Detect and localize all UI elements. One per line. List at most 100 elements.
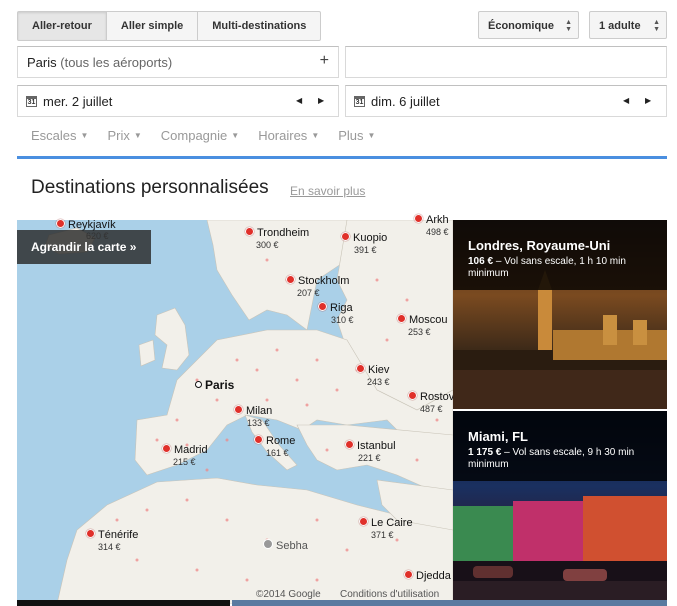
card-price: 106 €: [468, 256, 494, 267]
trip-type-round-trip[interactable]: Aller-retour: [18, 12, 107, 40]
city-price: 221 €: [358, 453, 381, 463]
map-city-marker[interactable]: Trondheim 300 €: [245, 227, 310, 250]
learn-more-link[interactable]: En savoir plus: [290, 184, 365, 198]
section-title: Destinations personnalisées: [31, 177, 269, 198]
map-city-marker[interactable]: Le Caire 371 €: [359, 517, 413, 540]
destination-card-miami[interactable]: Miami, FL 1 175 € – Vol sans escale, 9 h…: [453, 411, 667, 600]
add-origin-icon[interactable]: +: [320, 52, 329, 70]
prev-date-icon[interactable]: ◀: [296, 96, 302, 105]
map-city-marker[interactable]: Madrid 215 €: [162, 444, 208, 467]
card-details: 1 175 € – Vol sans escale, 9 h 30 min mi…: [468, 447, 652, 471]
map-city-marker[interactable]: Djedda: [404, 570, 451, 582]
city-name: Istanbul: [357, 440, 396, 452]
unavailable-city-name: Sebha: [276, 540, 308, 552]
city-price: 207 €: [297, 288, 320, 298]
map-city-marker[interactable]: Rome 161 €: [254, 435, 296, 458]
map-city-marker[interactable]: Riga 310 €: [318, 302, 354, 325]
map-city-marker[interactable]: Ténérife 314 €: [86, 529, 139, 552]
passengers-value: 1 adulte: [599, 20, 641, 32]
map-pin-icon: [345, 440, 354, 449]
depart-date-text: mer. 2 juillet: [43, 94, 113, 109]
depart-date-field[interactable]: 31 mer. 2 juillet ◀ ▶: [17, 85, 339, 117]
city-name: Madrid: [174, 444, 208, 456]
map-city-marker[interactable]: Milan 133 €: [234, 405, 272, 428]
filter-stops[interactable]: Escales ▼: [31, 128, 88, 143]
map-city-marker[interactable]: Arkh 498 €: [414, 214, 449, 237]
city-price: 133 €: [247, 418, 270, 428]
origin-marker-label: Paris: [205, 378, 235, 392]
map-city-marker[interactable]: Reykjavík 620 €: [56, 219, 116, 241]
card-header: Miami, FL 1 175 € – Vol sans escale, 9 h…: [453, 411, 667, 481]
next-date-icon[interactable]: ▶: [318, 96, 324, 105]
filter-bar: Escales ▼ Prix ▼ Compagnie ▼ Horaires ▼ Plus…: [31, 128, 394, 143]
card-details: 106 € – Vol sans escale, 1 h 10 min mini…: [468, 256, 652, 280]
map-city-marker[interactable]: Moscou 253 €: [397, 314, 448, 337]
next-date-icon[interactable]: ▶: [645, 96, 651, 105]
city-name: Le Caire: [371, 517, 413, 529]
trip-type-selector: Aller-retour Aller simple Multi-destinat…: [17, 11, 322, 41]
destination-card-london[interactable]: Londres, Royaume-Uni 106 € – Vol sans es…: [453, 220, 667, 409]
city-price: 161 €: [266, 448, 289, 458]
city-price: 620 €: [86, 231, 109, 241]
map-pin-icon: [404, 570, 413, 579]
map-pin-icon: [286, 275, 295, 284]
origin-detail: (tous les aéroports): [60, 55, 173, 70]
enlarge-map-button[interactable]: Agrandir la carte »: [17, 230, 151, 264]
map-city-marker[interactable]: Stockholm 207 €: [286, 275, 349, 298]
map-pin-icon: [414, 214, 423, 223]
section-divider: [17, 156, 667, 159]
calendar-icon: 31: [26, 96, 37, 107]
filter-more[interactable]: Plus ▼: [338, 128, 375, 143]
card-header: Londres, Royaume-Uni 106 € – Vol sans es…: [453, 220, 667, 290]
passengers-select[interactable]: 1 adulte ▲ ▼: [589, 11, 667, 39]
prev-date-icon[interactable]: ◀: [623, 96, 629, 105]
filter-stops-label: Escales: [31, 128, 77, 143]
city-price: 487 €: [420, 404, 443, 414]
filter-price[interactable]: Prix ▼: [107, 128, 141, 143]
caret-down-icon: ▼: [80, 131, 89, 140]
city-name: Riga: [330, 302, 353, 314]
filter-times[interactable]: Horaires ▼: [258, 128, 319, 143]
map-pin-icon: [397, 314, 406, 323]
map-pin-icon: [356, 364, 365, 373]
city-name: Trondheim: [257, 227, 310, 239]
map-city-marker[interactable]: Kuopio 391 €: [341, 232, 387, 255]
city-price: 391 €: [354, 245, 377, 255]
origin-text: Paris (tous les aéroports): [27, 55, 172, 70]
cabin-class-select[interactable]: Économique ▲ ▼: [478, 11, 579, 39]
caret-down-icon: ▼: [367, 131, 376, 140]
map-pin-icon: [359, 517, 368, 526]
city-price: 243 €: [367, 377, 390, 387]
filter-times-label: Horaires: [258, 128, 308, 143]
city-price: 310 €: [331, 315, 354, 325]
caret-down-icon: ▼: [133, 131, 142, 140]
return-date-text: dim. 6 juillet: [371, 94, 440, 109]
filter-airline-label: Compagnie: [160, 128, 228, 143]
city-name: Arkh: [426, 214, 449, 226]
trip-type-multi-city[interactable]: Multi-destinations: [198, 12, 320, 40]
destination-input[interactable]: [345, 46, 667, 78]
city-name: Kiev: [368, 364, 390, 376]
map-terms-link[interactable]: Conditions d'utilisation: [340, 589, 439, 600]
card-price: 1 175 €: [468, 447, 502, 458]
map-pin-icon: [254, 435, 263, 444]
origin-input[interactable]: Paris (tous les aéroports) +: [17, 46, 339, 78]
map-pin-icon: [56, 219, 65, 228]
map-city-marker[interactable]: Rostov 487 €: [408, 391, 454, 414]
origin-city: Paris: [27, 55, 57, 70]
return-date-field[interactable]: 31 dim. 6 juillet ◀ ▶: [345, 85, 667, 117]
caret-down-icon: ▼: [311, 131, 320, 140]
filter-airline[interactable]: Compagnie ▼: [161, 128, 239, 143]
map-city-marker[interactable]: Kiev 243 €: [356, 364, 390, 387]
up-down-arrows-icon: ▲ ▼: [565, 19, 572, 33]
city-name: Rome: [266, 435, 296, 447]
city-price: 314 €: [98, 542, 121, 552]
city-name: Ténérife: [98, 529, 139, 541]
trip-type-one-way[interactable]: Aller simple: [107, 12, 199, 40]
city-price: 371 €: [371, 530, 394, 540]
card-city: Miami, FL: [468, 429, 528, 444]
origin-circle-icon: [195, 381, 202, 388]
map-pin-icon: [341, 232, 350, 241]
map-city-marker[interactable]: Istanbul 221 €: [345, 440, 396, 463]
unavailable-city-marker: Sebha: [263, 539, 308, 552]
